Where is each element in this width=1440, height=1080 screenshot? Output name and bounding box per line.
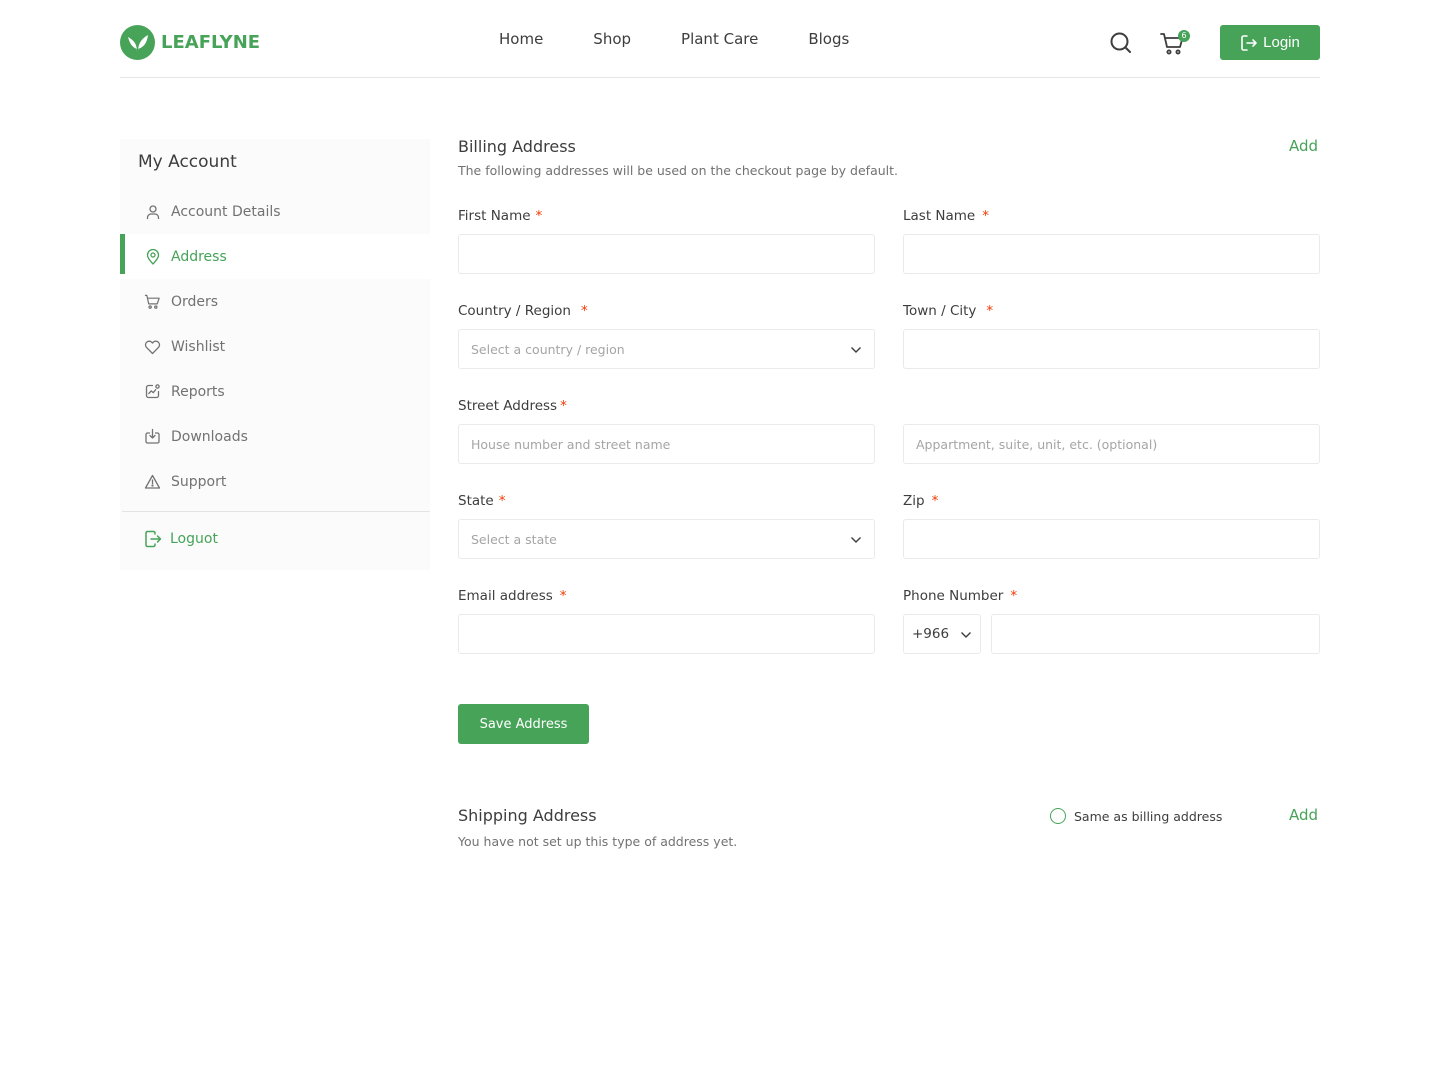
street-label-text: Street Address <box>458 398 558 414</box>
zip-label: Zip * <box>903 493 938 509</box>
alert-icon <box>144 473 161 490</box>
street-address-2-input[interactable] <box>903 424 1320 464</box>
sidebar-item-label: Address <box>171 248 227 265</box>
user-icon <box>144 203 161 220</box>
country-select-placeholder: Select a country / region <box>471 341 625 357</box>
nav-plant-care[interactable]: Plant Care <box>681 30 758 48</box>
phone-country-code-select[interactable]: +966 <box>903 614 981 654</box>
last-name-label-text: Last Name <box>903 208 976 224</box>
nav-shop[interactable]: Shop <box>593 30 631 48</box>
sidebar-divider <box>122 511 430 512</box>
shipping-subtitle: You have not set up this type of address… <box>458 834 738 849</box>
logout-icon <box>145 530 162 548</box>
last-name-label: Last Name * <box>903 208 989 224</box>
street-address-input[interactable] <box>458 424 875 464</box>
sidebar-item-label: Account Details <box>171 203 281 220</box>
zip-label-text: Zip <box>903 493 925 509</box>
billing-title: Billing Address <box>458 137 576 156</box>
billing-subtitle: The following addresses will be used on … <box>458 163 899 178</box>
billing-add-link[interactable]: Add <box>1289 137 1318 155</box>
required-asterisk: * <box>931 493 939 509</box>
sidebar-item-support[interactable]: Support <box>120 459 430 504</box>
state-label-text: State <box>458 493 494 509</box>
sidebar-item-wishlist[interactable]: Wishlist <box>120 324 430 369</box>
radio-circle[interactable] <box>1050 808 1066 824</box>
country-select[interactable]: Select a country / region <box>458 329 875 369</box>
chevron-down-icon <box>851 537 861 543</box>
login-label: Login <box>1263 34 1300 51</box>
brand-logo[interactable]: LEAFLYNE <box>120 25 260 60</box>
chart-icon <box>144 383 161 400</box>
account-sidebar: My Account Account Details Address Order… <box>120 139 430 570</box>
location-pin-icon <box>144 248 161 265</box>
state-select[interactable]: Select a state <box>458 519 875 559</box>
required-asterisk: * <box>986 303 994 319</box>
zip-input[interactable] <box>903 519 1320 559</box>
sidebar-item-label: Downloads <box>171 428 248 445</box>
logout-label: Loguot <box>170 531 218 547</box>
last-name-input[interactable] <box>903 234 1320 274</box>
state-select-placeholder: Select a state <box>471 531 557 547</box>
search-icon <box>1110 32 1131 53</box>
town-label-text: Town / City <box>903 303 977 319</box>
heart-icon <box>144 338 161 355</box>
sidebar-item-orders[interactable]: Orders <box>120 279 430 324</box>
street-label: Street Address * <box>458 398 567 414</box>
nav-home[interactable]: Home <box>499 30 543 48</box>
chevron-down-icon <box>961 632 971 638</box>
shipping-add-link[interactable]: Add <box>1289 806 1318 824</box>
login-icon <box>1241 34 1257 51</box>
logout-button[interactable]: Loguot <box>144 530 218 548</box>
email-label-text: Email address <box>458 588 553 604</box>
brand-name: LEAFLYNE <box>161 32 261 53</box>
login-button[interactable]: Login <box>1220 25 1320 60</box>
state-label: State * <box>458 493 505 509</box>
site-header: LEAFLYNE Home Shop Plant Care Blogs 6 Lo… <box>120 0 1320 78</box>
first-name-label-text: First Name <box>458 208 531 224</box>
main-nav: Home Shop Plant Care Blogs <box>499 0 849 78</box>
cart-count-badge: 6 <box>1178 30 1190 42</box>
same-as-billing-radio[interactable]: Same as billing address <box>1050 808 1222 824</box>
required-asterisk: * <box>1010 588 1018 604</box>
search-button[interactable] <box>1109 31 1133 55</box>
phone-country-code: +966 <box>912 626 950 642</box>
download-icon <box>144 428 161 445</box>
sidebar-item-address[interactable]: Address <box>120 234 430 279</box>
cart-button[interactable]: 6 <box>1160 30 1192 57</box>
shipping-title: Shipping Address <box>458 806 597 825</box>
first-name-label: First Name * <box>458 208 542 224</box>
email-label: Email address * <box>458 588 567 604</box>
phone-number-input[interactable] <box>991 614 1320 654</box>
same-as-billing-label: Same as billing address <box>1074 808 1223 824</box>
required-asterisk: * <box>982 208 989 224</box>
leaf-logo-icon <box>120 25 155 60</box>
required-asterisk: * <box>559 588 567 604</box>
phone-label-text: Phone Number <box>903 588 1004 604</box>
country-label: Country / Region * <box>458 303 588 319</box>
town-input[interactable] <box>903 329 1320 369</box>
sidebar-item-label: Reports <box>171 383 225 400</box>
required-asterisk: * <box>535 208 543 224</box>
save-address-button[interactable]: Save Address <box>458 704 589 744</box>
first-name-input[interactable] <box>458 234 875 274</box>
sidebar-item-account-details[interactable]: Account Details <box>120 189 430 234</box>
sidebar-item-label: Orders <box>171 293 219 310</box>
sidebar-item-label: Wishlist <box>171 338 226 355</box>
email-input[interactable] <box>458 614 875 654</box>
cart-icon <box>144 293 161 310</box>
required-asterisk: * <box>580 303 588 319</box>
required-asterisk: * <box>560 398 567 414</box>
account-menu: Account Details Address Orders Wishlist … <box>120 189 430 504</box>
phone-label: Phone Number * <box>903 588 1017 604</box>
country-label-text: Country / Region <box>458 303 571 319</box>
sidebar-item-label: Support <box>171 473 227 490</box>
nav-blogs[interactable]: Blogs <box>808 30 849 48</box>
sidebar-item-downloads[interactable]: Downloads <box>120 414 430 459</box>
chevron-down-icon <box>851 347 861 353</box>
town-label: Town / City * <box>903 303 993 319</box>
required-asterisk: * <box>498 493 506 509</box>
sidebar-item-reports[interactable]: Reports <box>120 369 430 414</box>
sidebar-title: My Account <box>138 152 237 172</box>
